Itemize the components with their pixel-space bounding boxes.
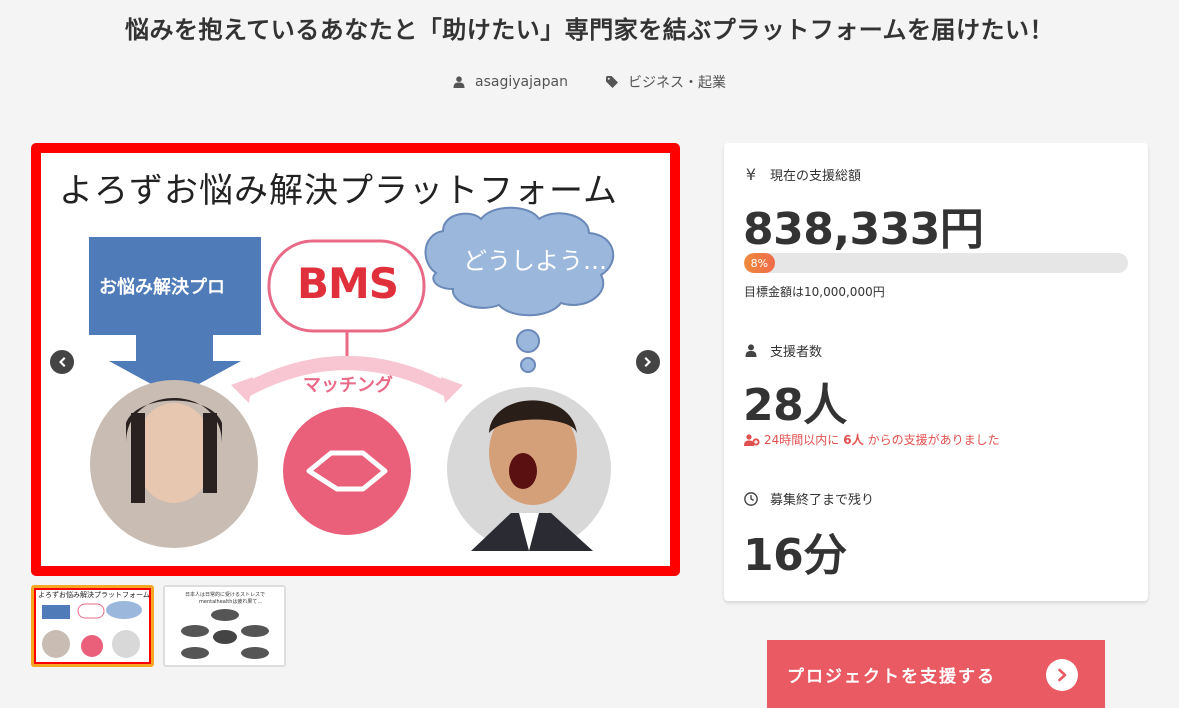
slide-bms-text: BMS — [297, 259, 399, 308]
project-meta: asagiyajapan ビジネス・起業 — [0, 72, 1179, 92]
carousel-slide[interactable]: よろずお悩み解決プラットフォーム お悩み解決プロ BMS どうしよう… マッチン… — [41, 153, 670, 566]
clock-icon — [744, 491, 758, 506]
slide-box-label: お悩み解決プロ — [99, 277, 225, 298]
chevron-right-icon — [1046, 659, 1078, 691]
chevron-left-icon — [59, 357, 66, 367]
thumbnail-1-heading: よろずお悩み解決プラットフォーム — [38, 591, 150, 599]
support-project-button[interactable]: プロジェクトを支援する — [767, 640, 1105, 708]
support-button-label: プロジェクトを支援する — [787, 666, 996, 687]
recent-support-notice: 24時間以内に 6人 からの支援がありました — [744, 431, 1000, 448]
remaining-value: 16分 — [743, 530, 847, 581]
category-name: ビジネス・起業 — [627, 75, 726, 91]
thumbnail-2-line2: mentalhealthは疲れ果て… — [199, 599, 263, 605]
amount-value: 838,333円 — [743, 204, 984, 255]
carousel-next-button[interactable] — [634, 348, 662, 376]
thumbnail-2[interactable]: 日本人は日常的に受けるストレスで mentalhealthは疲れ果て… — [163, 585, 286, 667]
tag-icon — [605, 76, 618, 88]
user-icon — [453, 76, 465, 88]
goal-text: 目標金額は10,000,000円 — [744, 285, 885, 299]
yen-icon: ¥ — [745, 165, 757, 184]
slide-illustration — [89, 206, 615, 551]
user-icon — [744, 344, 758, 358]
thumbnail-2-line1: 日本人は日常的に受けるストレスで — [185, 592, 266, 598]
supporters-label-row: 支援者数 — [744, 341, 822, 360]
supporters-label: 支援者数 — [770, 345, 823, 360]
stats-card: ¥ 現在の支援総額 838,333円 8% 目標金額は10,000,000円 支… — [724, 143, 1148, 601]
users-icon — [744, 433, 760, 446]
amount-label-row: ¥ 現在の支援総額 — [744, 165, 861, 184]
project-title: 悩みを抱えているあなたと「助けたい」専門家を結ぶプラットフォームを届けたい！ — [124, 16, 1055, 44]
progress-fill: 8% — [744, 253, 775, 273]
progress-bar: 8% — [744, 253, 1128, 273]
author-name: asagiyajapan — [475, 74, 568, 90]
slide-cloud-text: どうしよう… — [463, 247, 607, 275]
thumbnail-1[interactable]: よろずお悩み解決プラットフォーム — [31, 585, 154, 667]
supporters-value: 28人 — [743, 380, 847, 431]
chevron-right-icon — [644, 357, 651, 367]
category-link[interactable]: ビジネス・起業 — [605, 72, 726, 92]
slide-matching-text: マッチング — [303, 375, 393, 396]
progress-text: 8% — [750, 256, 769, 270]
carousel-prev-button[interactable] — [48, 348, 76, 376]
remaining-label: 募集終了まで残り — [770, 493, 875, 508]
recent-suffix: からの支援がありました — [867, 433, 1000, 447]
author-link[interactable]: asagiyajapan — [453, 72, 568, 92]
image-carousel: よろずお悩み解決プラットフォーム お悩み解決プロ BMS どうしよう… マッチン… — [31, 143, 680, 576]
amount-label: 現在の支援総額 — [770, 169, 862, 184]
recent-count: 6人 — [843, 433, 864, 447]
remaining-label-row: 募集終了まで残り — [744, 489, 874, 508]
recent-prefix: 24時間以内に — [764, 433, 840, 447]
